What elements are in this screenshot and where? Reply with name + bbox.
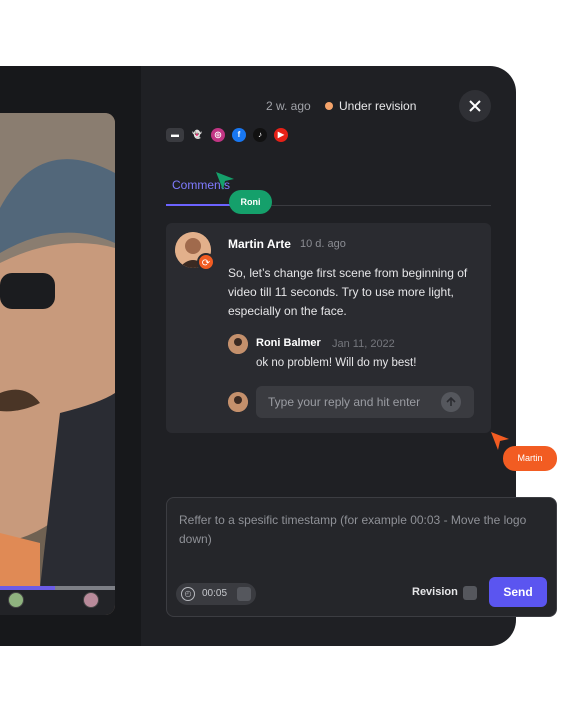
clock-icon: ◴	[181, 587, 195, 601]
comment-composer[interactable]: Reffer to a spesific timestamp (for exam…	[166, 497, 557, 617]
marker-avatar[interactable]	[8, 592, 24, 608]
avatar	[228, 334, 248, 354]
video-thumbnail	[0, 113, 115, 615]
comment-author: Martin Arte	[228, 237, 291, 251]
reply-time: Jan 11, 2022	[332, 338, 395, 350]
video-pane	[0, 66, 141, 646]
facebook-icon[interactable]: f	[232, 128, 246, 142]
arrow-up-icon	[446, 396, 456, 406]
ruler-icon[interactable]: ▬	[166, 128, 184, 142]
revision-checkbox[interactable]	[463, 586, 477, 600]
composer-placeholder[interactable]: Reffer to a spesific timestamp (for exam…	[179, 511, 539, 549]
video-frame[interactable]	[0, 113, 115, 615]
video-controls	[0, 590, 115, 615]
reply-send-button[interactable]	[441, 392, 461, 412]
file-age: 2 w. ago	[266, 99, 311, 113]
instagram-icon[interactable]: ◎	[211, 128, 225, 142]
comment-time: 10 d. ago	[300, 238, 346, 250]
close-button[interactable]	[459, 90, 491, 122]
sync-icon: ⟳	[197, 253, 215, 271]
snapchat-icon[interactable]: 👻	[190, 128, 204, 142]
roni-cursor-tag: Roni	[229, 190, 272, 214]
timestamp-chip[interactable]: ◴ 00:05	[176, 583, 256, 605]
timestamp-value: 00:05	[202, 588, 228, 599]
youtube-icon[interactable]: ▶	[274, 128, 288, 142]
comment-thread: ⟳ Martin Arte 10 d. ago So, let’s change…	[166, 223, 491, 433]
comment-text: So, let’s change first scene from beginn…	[228, 266, 468, 318]
review-app: Summer.MP4 2 w. ago Under revision ▬ 👻 ◎…	[0, 0, 580, 713]
send-button[interactable]: Send	[489, 577, 547, 607]
tab-active-underline	[166, 204, 232, 206]
status-dot	[325, 102, 333, 110]
revision-label: Revision	[412, 586, 458, 598]
avatar	[228, 392, 248, 412]
status-label: Under revision	[339, 99, 417, 113]
file-title: Summer.MP4	[166, 32, 254, 48]
close-icon	[469, 100, 481, 112]
marker-avatar[interactable]	[83, 592, 99, 608]
reply-author: Roni Balmer	[256, 337, 321, 349]
roni-cursor-icon	[216, 172, 234, 190]
tiktok-icon[interactable]: ♪	[253, 128, 267, 142]
reply-text: ok no problem! Will do my best!	[256, 357, 417, 369]
martin-cursor-tag: Martin	[503, 446, 557, 471]
timestamp-checkbox[interactable]	[237, 587, 251, 601]
